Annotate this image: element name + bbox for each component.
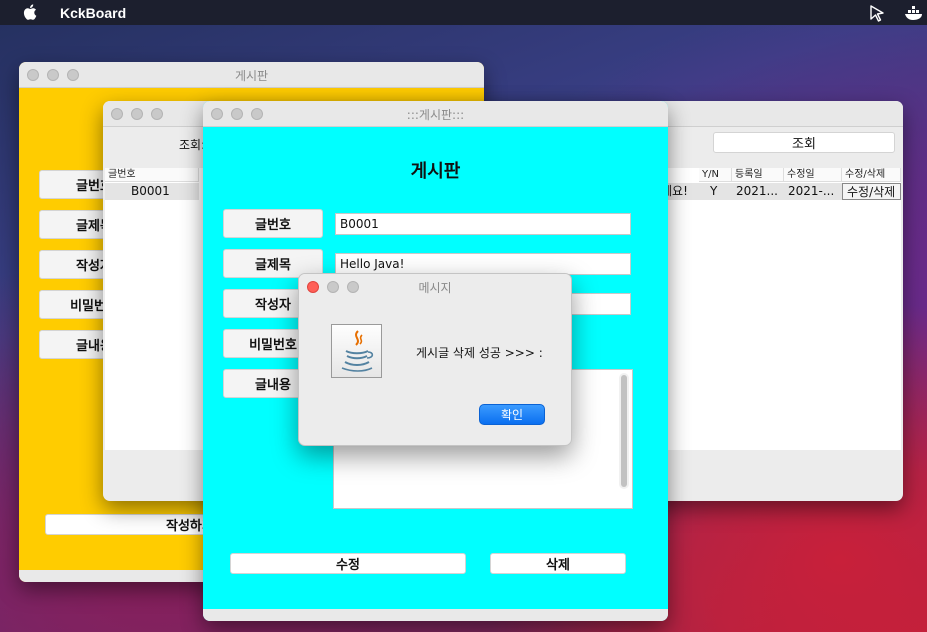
docker-icon[interactable]	[904, 4, 924, 22]
col-header-yn[interactable]: Y/N	[699, 168, 732, 182]
minimize-light-icon[interactable]	[131, 108, 143, 120]
col-header-reg-date[interactable]: 등록일	[732, 168, 784, 182]
java-icon	[331, 324, 382, 378]
message-dialog: 메시지 게시글 삭제 성공 >>> : 확인	[298, 273, 572, 446]
cell-yn[interactable]: Y	[699, 183, 732, 200]
cell-mod-date[interactable]: 2021-...	[784, 183, 842, 200]
window-title: 게시판	[234, 69, 269, 83]
col-header-mod-date[interactable]: 수정일	[784, 168, 842, 182]
delete-button[interactable]: 삭제	[490, 553, 626, 574]
label-no: 글번호	[223, 209, 323, 238]
menu-bar: KckBoard	[0, 0, 927, 25]
cursor-icon[interactable]	[868, 4, 886, 22]
close-light-icon[interactable]	[111, 108, 123, 120]
cell-reg-date[interactable]: 2021...	[732, 183, 784, 200]
window-bottom-bar	[203, 609, 668, 621]
edit-button[interactable]: 수정	[230, 553, 466, 574]
window-title: :::게시판:::	[406, 108, 465, 122]
dialog-message: 게시글 삭제 성공 >>> :	[416, 346, 543, 360]
cell-no[interactable]: B0001	[105, 183, 199, 200]
content-scrollbar[interactable]	[619, 373, 629, 489]
cell-action-button[interactable]: 수정/삭제	[842, 183, 901, 200]
app-name[interactable]: KckBoard	[60, 5, 126, 21]
title-bar: 게시판	[19, 62, 484, 88]
page-heading: 게시판	[410, 161, 461, 182]
col-header-action[interactable]: 수정/삭제	[842, 168, 901, 182]
apple-icon[interactable]	[22, 3, 40, 21]
title-bar: :::게시판:::	[203, 101, 668, 127]
col-header-no[interactable]: 글번호	[105, 168, 199, 182]
search-button[interactable]: 조회	[713, 132, 895, 153]
title-field[interactable]: Hello Java!	[335, 253, 631, 275]
dialog-title: 메시지	[418, 281, 452, 295]
no-field[interactable]: B0001	[335, 213, 631, 235]
ok-button[interactable]: 확인	[479, 404, 545, 425]
scrollbar-thumb[interactable]	[621, 375, 627, 487]
dialog-title-bar: 메시지	[299, 274, 571, 300]
zoom-light-icon[interactable]	[151, 108, 163, 120]
search-label: 조회:	[179, 138, 206, 152]
